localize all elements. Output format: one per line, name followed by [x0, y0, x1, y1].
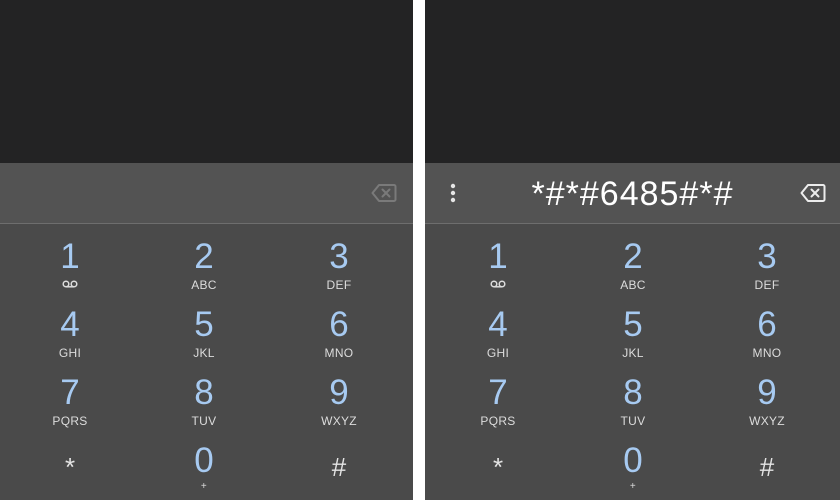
key-letters: TUV — [620, 414, 646, 428]
key-7[interactable]: 7 PQRS — [443, 374, 553, 438]
key-digit: 1 — [488, 237, 508, 276]
key-4[interactable]: 4 GHI — [443, 306, 553, 370]
key-digit: 2 — [194, 237, 214, 276]
dialed-number: *#*#6485#*# — [531, 175, 734, 213]
key-letters: GHI — [58, 346, 82, 360]
dialed-number — [0, 163, 413, 223]
key-letters: GHI — [486, 346, 510, 360]
call-log-area — [425, 0, 840, 163]
key-pound[interactable]: # — [712, 442, 822, 500]
key-3[interactable]: 3 DEF — [712, 238, 822, 302]
key-9[interactable]: 9 WXYZ — [284, 374, 394, 438]
backspace-icon[interactable] — [800, 182, 826, 204]
key-digit: 9 — [329, 373, 349, 412]
keypad: 1 2 ABC 3 DEF 4 GHI 5 JKL 6 MNO 7 PQRS 8 TUV 9 WXYZ * 0 + # — [425, 224, 840, 500]
backspace-icon[interactable] — [371, 182, 397, 204]
key-pound[interactable]: # — [284, 442, 394, 500]
key-letters: MNO — [324, 346, 354, 360]
key-digit: 7 — [488, 373, 508, 412]
key-letters: PQRS — [480, 414, 516, 428]
key-1[interactable]: 1 — [443, 238, 553, 302]
key-star[interactable]: * — [443, 442, 553, 500]
key-digit: 4 — [488, 305, 508, 344]
key-digit: 7 — [60, 373, 80, 412]
voicemail-icon — [62, 280, 78, 288]
key-letters: DEF — [326, 278, 352, 292]
key-letters: TUV — [191, 414, 217, 428]
call-log-area — [0, 0, 413, 163]
key-digit: 5 — [623, 305, 643, 344]
key-5[interactable]: 5 JKL — [149, 306, 259, 370]
key-letters: WXYZ — [749, 414, 785, 428]
dialer-panel-empty: 1 2 ABC 3 DEF 4 GHI 5 JKL 6 MNO 7 PQRS 8 TUV 9 WXYZ * 0 + # — [0, 0, 413, 500]
key-digit: 1 — [60, 237, 80, 276]
key-0[interactable]: 0 + — [578, 442, 688, 500]
key-digit: 0 — [623, 441, 643, 480]
key-digit: 0 — [194, 441, 214, 480]
key-digit: 3 — [329, 237, 349, 276]
key-digit: * — [64, 452, 76, 482]
key-letters: DEF — [754, 278, 780, 292]
key-letters: ABC — [191, 278, 217, 292]
key-letters: + — [200, 481, 208, 492]
key-8[interactable]: 8 TUV — [578, 374, 688, 438]
key-letters: ABC — [620, 278, 646, 292]
key-letters: JKL — [193, 346, 215, 360]
key-letters: MNO — [752, 346, 782, 360]
key-6[interactable]: 6 MNO — [712, 306, 822, 370]
key-digit: 9 — [757, 373, 777, 412]
key-digit: 6 — [329, 305, 349, 344]
key-digit: 2 — [623, 237, 643, 276]
key-digit: 3 — [757, 237, 777, 276]
key-digit: * — [492, 452, 504, 482]
key-2[interactable]: 2 ABC — [149, 238, 259, 302]
key-digit: # — [331, 452, 347, 482]
key-4[interactable]: 4 GHI — [15, 306, 125, 370]
key-0[interactable]: 0 + — [149, 442, 259, 500]
number-input-bar[interactable]: *#*#6485#*# — [425, 163, 840, 224]
dialer-panel-code: *#*#6485#*# 1 2 ABC 3 DEF 4 GHI 5 JKL 6 MNO 7 PQRS 8 T… — [425, 0, 840, 500]
voicemail-icon — [490, 280, 506, 288]
key-1[interactable]: 1 — [15, 238, 125, 302]
key-digit: 8 — [623, 373, 643, 412]
key-star[interactable]: * — [15, 442, 125, 500]
key-8[interactable]: 8 TUV — [149, 374, 259, 438]
key-7[interactable]: 7 PQRS — [15, 374, 125, 438]
key-6[interactable]: 6 MNO — [284, 306, 394, 370]
key-letters: JKL — [622, 346, 644, 360]
number-input-bar[interactable] — [0, 163, 413, 224]
key-digit: # — [759, 452, 775, 482]
key-letters: WXYZ — [321, 414, 357, 428]
key-letters: PQRS — [52, 414, 88, 428]
key-3[interactable]: 3 DEF — [284, 238, 394, 302]
key-digit: 4 — [60, 305, 80, 344]
key-letters: + — [629, 481, 637, 492]
keypad: 1 2 ABC 3 DEF 4 GHI 5 JKL 6 MNO 7 PQRS 8 TUV 9 WXYZ * 0 + # — [0, 224, 413, 500]
key-9[interactable]: 9 WXYZ — [712, 374, 822, 438]
key-2[interactable]: 2 ABC — [578, 238, 688, 302]
key-digit: 8 — [194, 373, 214, 412]
key-5[interactable]: 5 JKL — [578, 306, 688, 370]
key-digit: 5 — [194, 305, 214, 344]
key-digit: 6 — [757, 305, 777, 344]
